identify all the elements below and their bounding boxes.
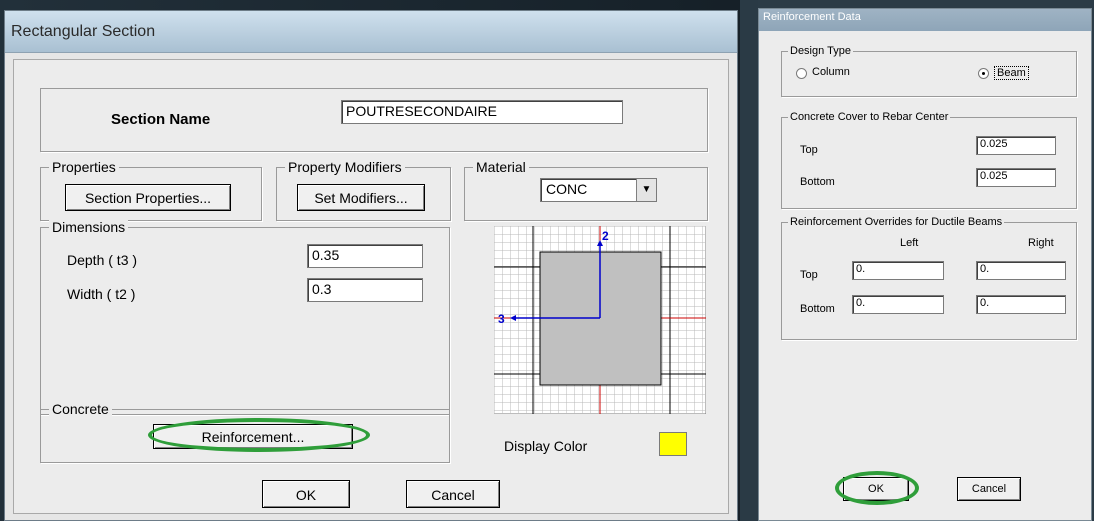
- dialog-title: Rectangular Section: [5, 11, 737, 53]
- concrete-cover-group: Concrete Cover to Rebar Center Top 0.025…: [781, 111, 1077, 209]
- section-name-box: Section Name POUTRESECONDAIRE: [40, 88, 708, 152]
- cover-bottom-label: Bottom: [800, 176, 835, 188]
- overrides-group: Reinforcement Overrides for Ductile Beam…: [781, 216, 1077, 340]
- width-label: Width ( t2 ): [67, 286, 136, 302]
- override-top-right-input[interactable]: 0.: [976, 261, 1066, 280]
- section-name-label: Section Name: [111, 111, 211, 128]
- cover-top-input[interactable]: 0.025: [976, 136, 1056, 155]
- display-color-label: Display Color: [504, 438, 588, 454]
- rectangular-section-dialog: Rectangular Section Section Name POUTRES…: [4, 10, 738, 521]
- properties-group: Properties Section Properties...: [40, 159, 262, 221]
- axis-2-label: 2: [602, 229, 609, 243]
- override-top-left-input[interactable]: 0.: [852, 261, 944, 280]
- section-preview-canvas: 2 3: [493, 225, 707, 415]
- design-type-group: Design Type Column Beam: [781, 45, 1077, 97]
- cover-bottom-input[interactable]: 0.025: [976, 168, 1056, 187]
- ok-button[interactable]: OK: [262, 480, 350, 508]
- highlight-ring-reinforcement: [148, 418, 370, 452]
- property-modifiers-group: Property Modifiers Set Modifiers...: [276, 159, 451, 221]
- override-bottom-label: Bottom: [800, 303, 835, 315]
- material-select-value: CONC: [546, 181, 588, 197]
- section-name-input[interactable]: POUTRESECONDAIRE: [341, 100, 623, 124]
- dimensions-group: Dimensions Depth ( t3 ) 0.35 Width ( t2 …: [40, 219, 450, 415]
- depth-input[interactable]: 0.35: [307, 244, 423, 268]
- cancel-button[interactable]: Cancel: [406, 480, 500, 508]
- override-bottom-right-input[interactable]: 0.: [976, 295, 1066, 314]
- set-modifiers-button[interactable]: Set Modifiers...: [297, 184, 425, 211]
- dimensions-group-label: Dimensions: [49, 219, 129, 235]
- beam-radio[interactable]: [978, 68, 989, 79]
- material-group: Material CONC ▼: [464, 159, 708, 221]
- section-properties-button[interactable]: Section Properties...: [65, 184, 231, 211]
- reinforcement-data-dialog: Reinforcement Data Design Type Column Be…: [758, 8, 1092, 521]
- right-column-header: Right: [1028, 237, 1054, 249]
- override-top-label: Top: [800, 269, 818, 281]
- override-bottom-left-input[interactable]: 0.: [852, 295, 944, 314]
- desktop-strip: [740, 0, 758, 521]
- material-select[interactable]: CONC ▼: [540, 178, 657, 202]
- property-modifiers-group-label: Property Modifiers: [285, 159, 405, 175]
- concrete-cover-group-label: Concrete Cover to Rebar Center: [788, 111, 951, 123]
- overrides-group-label: Reinforcement Overrides for Ductile Beam…: [788, 216, 1005, 228]
- highlight-ring-ok: [835, 471, 919, 505]
- width-input[interactable]: 0.3: [307, 278, 423, 302]
- reinforcement-dialog-title: Reinforcement Data: [759, 9, 1091, 31]
- design-type-group-label: Design Type: [788, 45, 853, 57]
- axis-3-label: 3: [498, 312, 505, 326]
- dialog-client-area: Section Name POUTRESECONDAIRE Properties…: [13, 59, 729, 514]
- reinforcement-cancel-button[interactable]: Cancel: [957, 477, 1021, 501]
- depth-label: Depth ( t3 ): [67, 252, 138, 268]
- concrete-group-label: Concrete: [49, 401, 112, 417]
- column-option-label: Column: [812, 66, 850, 78]
- material-group-label: Material: [473, 159, 529, 175]
- left-column-header: Left: [900, 237, 919, 249]
- column-radio[interactable]: [796, 68, 807, 79]
- beam-option-label: Beam: [994, 66, 1029, 80]
- display-color-swatch[interactable]: [659, 432, 687, 456]
- cover-top-label: Top: [800, 144, 818, 156]
- chevron-down-icon[interactable]: ▼: [636, 179, 656, 201]
- section-preview: 2 3: [493, 225, 707, 415]
- properties-group-label: Properties: [49, 159, 119, 175]
